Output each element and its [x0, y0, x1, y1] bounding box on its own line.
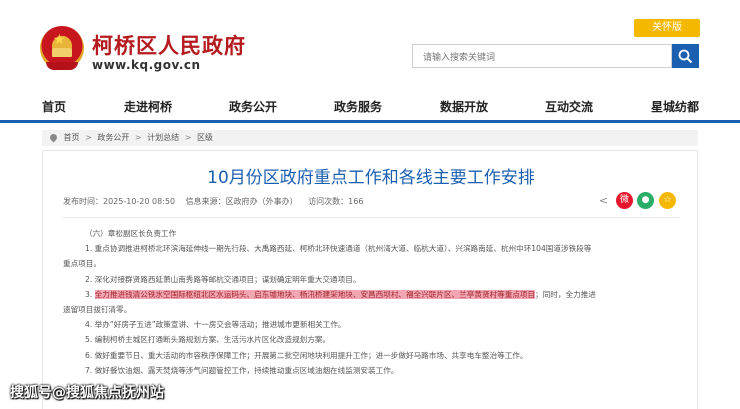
nav-item-home[interactable]: 首页: [42, 98, 66, 115]
site-url: www.kq.gov.cn: [92, 58, 201, 72]
info-source: 信息来源：区政府办（外事办）: [185, 197, 298, 206]
view-count: 访问次数：166: [308, 197, 364, 206]
nav-item-about-keqiao[interactable]: 走进柯桥: [124, 98, 172, 115]
nav-underline: [0, 120, 740, 123]
location-icon: [48, 132, 59, 143]
nav-item-textile-city[interactable]: 星城纺都: [651, 98, 699, 115]
article-body: （六）章松副区长负责工作 1. 重点协调推进柯桥北环滨海延伸线一期先行段、大禹路…: [63, 226, 679, 378]
highlighted-text: 全力推进钱清公铁水空国际枢纽北区水运码头、启东墟地块、杨汛桥建采地块、安昌西坝村…: [94, 289, 536, 299]
nav-item-gov-services[interactable]: 政务服务: [334, 98, 382, 115]
paragraph: 重点项目。: [63, 259, 101, 269]
paragraph: 1. 重点协调推进柯桥北环滨海延伸线一期先行段、大禹路西延、柯桥北环快速通道（杭…: [85, 244, 592, 254]
national-emblem-icon: ★: [40, 26, 84, 70]
search-button[interactable]: [672, 44, 699, 68]
breadcrumb: 首页 > 政务公开 > 计划总结 > 区级: [42, 130, 698, 146]
watermark: 搜狐号@搜狐焦点抚州站: [10, 385, 164, 401]
meta-divider: [63, 217, 679, 218]
breadcrumb-separator: >: [134, 133, 142, 142]
paragraph: 6. 做好重要节日、重大活动的市容秩序保障工作；开展第二批空闲地块利用提升工作；…: [85, 350, 528, 360]
site-header: ★ 柯桥区人民政府 www.kq.gov.cn 关怀版: [0, 0, 740, 90]
favorite-icon[interactable]: ☆: [659, 192, 676, 209]
paragraph: 7. 做好餐饮油烟、露天焚烧等涉气问题管控工作，持续推动重点区域油烟在线监测安装…: [85, 365, 399, 375]
paragraph: （六）章松副区长负责工作: [85, 229, 177, 238]
paragraph-text: ；同时，全力推进: [535, 289, 596, 299]
publish-time: 发布时间：2025-10-20 08:50: [63, 197, 176, 206]
nav-item-open-data[interactable]: 数据开放: [440, 98, 488, 115]
share-icon[interactable]: <: [599, 192, 611, 209]
article-title: 10月份区政府重点工作和各线主要工作安排: [207, 168, 535, 188]
paragraph-number: 3.: [85, 289, 95, 299]
nav-item-interaction[interactable]: 互动交流: [545, 98, 593, 115]
article-meta: 发布时间：2025-10-20 08:50 信息来源：区政府办（外事办） 访问次…: [63, 196, 371, 207]
paragraph-highlighted: 3. 全力推进钱清公铁水空国际枢纽北区水运码头、启东墟地块、杨汛桥建采地块、安昌…: [63, 287, 679, 302]
nav-item-gov-affairs[interactable]: 政务公开: [229, 98, 277, 115]
paragraph: 4. 举办“好房子五进”政策宣讲、十一房交会等活动；推进城市更新相关工作。: [85, 320, 346, 330]
breadcrumb-district[interactable]: 区级: [197, 133, 213, 142]
care-mode-button[interactable]: 关怀版: [634, 19, 700, 37]
paragraph: 5. 编制柯桥主城区打通断头路规划方案、生活污水片区化改造规划方案。: [85, 335, 331, 345]
breadcrumb-home[interactable]: 首页: [64, 133, 80, 142]
main-nav: 首页 走进柯桥 政务公开 政务服务 数据开放 互动交流 星城纺都: [0, 90, 740, 120]
breadcrumb-separator: >: [184, 133, 192, 142]
breadcrumb-separator: >: [85, 133, 92, 142]
breadcrumb-plans[interactable]: 计划总结: [147, 133, 179, 142]
search-icon: [678, 49, 693, 64]
article-panel: 10月份区政府重点工作和各线主要工作安排 发布时间：2025-10-20 08:…: [42, 150, 698, 409]
paragraph: 遗留项目拔钉清零。: [63, 305, 132, 315]
weibo-icon[interactable]: 微: [616, 192, 633, 209]
search-input[interactable]: [413, 47, 671, 69]
breadcrumb-gov-affairs[interactable]: 政务公开: [97, 133, 129, 142]
paragraph: 2. 深化对接群贤路西延萧山南秀路等邮杭交通项目；谋划确定明年重大交通项目。: [85, 274, 361, 284]
site-title[interactable]: 柯桥区人民政府: [92, 30, 246, 60]
wechat-icon[interactable]: ●: [637, 192, 654, 209]
search-box: [412, 44, 672, 69]
